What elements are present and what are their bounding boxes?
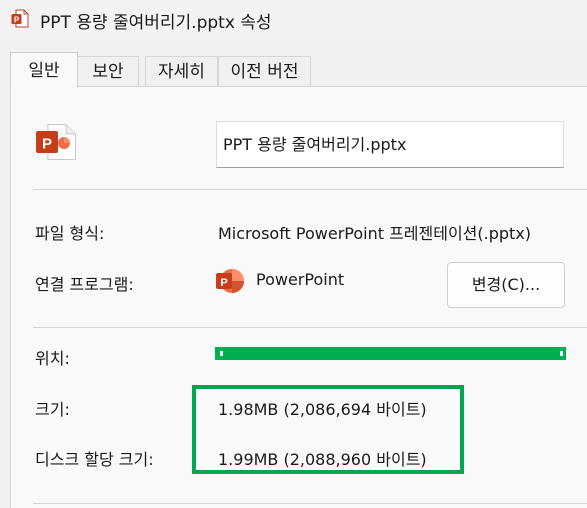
svg-text:P: P [220,277,227,289]
size-label: 크기: [35,400,70,419]
divider [33,503,587,504]
location-label: 위치: [35,349,70,368]
tab-previous-versions[interactable]: 이전 버전 [218,56,311,87]
powerpoint-app-icon: P [216,269,244,293]
tab-security[interactable]: 보안 [77,56,139,87]
tab-details[interactable]: 자세히 [145,56,218,87]
opens-with-app: PowerPoint [256,270,345,289]
tab-general[interactable]: 일반 [10,52,78,88]
powerpoint-file-icon: P [11,9,29,28]
change-button[interactable]: 변경(C)... [447,262,565,308]
file-type-label: 파일 형식: [35,224,105,243]
divider [33,189,587,190]
location-redacted [215,347,566,360]
file-type-value: Microsoft PowerPoint 프레젠테이션(.pptx) [218,224,532,243]
window-title: PPT 용량 줄여버리기.pptx 속성 [40,13,272,33]
size-highlight-box [192,385,464,474]
svg-text:P: P [14,15,20,24]
svg-text:P: P [42,136,52,153]
size-on-disk-label: 디스크 할당 크기: [35,450,154,469]
title-bar: P PPT 용량 줄여버리기.pptx 속성 [0,0,587,40]
powerpoint-file-icon: P [36,124,76,160]
opens-with-label: 연결 프로그램: [35,275,134,294]
filename-field[interactable]: PPT 용량 줄여버리기.pptx [216,121,564,168]
divider [33,327,587,328]
